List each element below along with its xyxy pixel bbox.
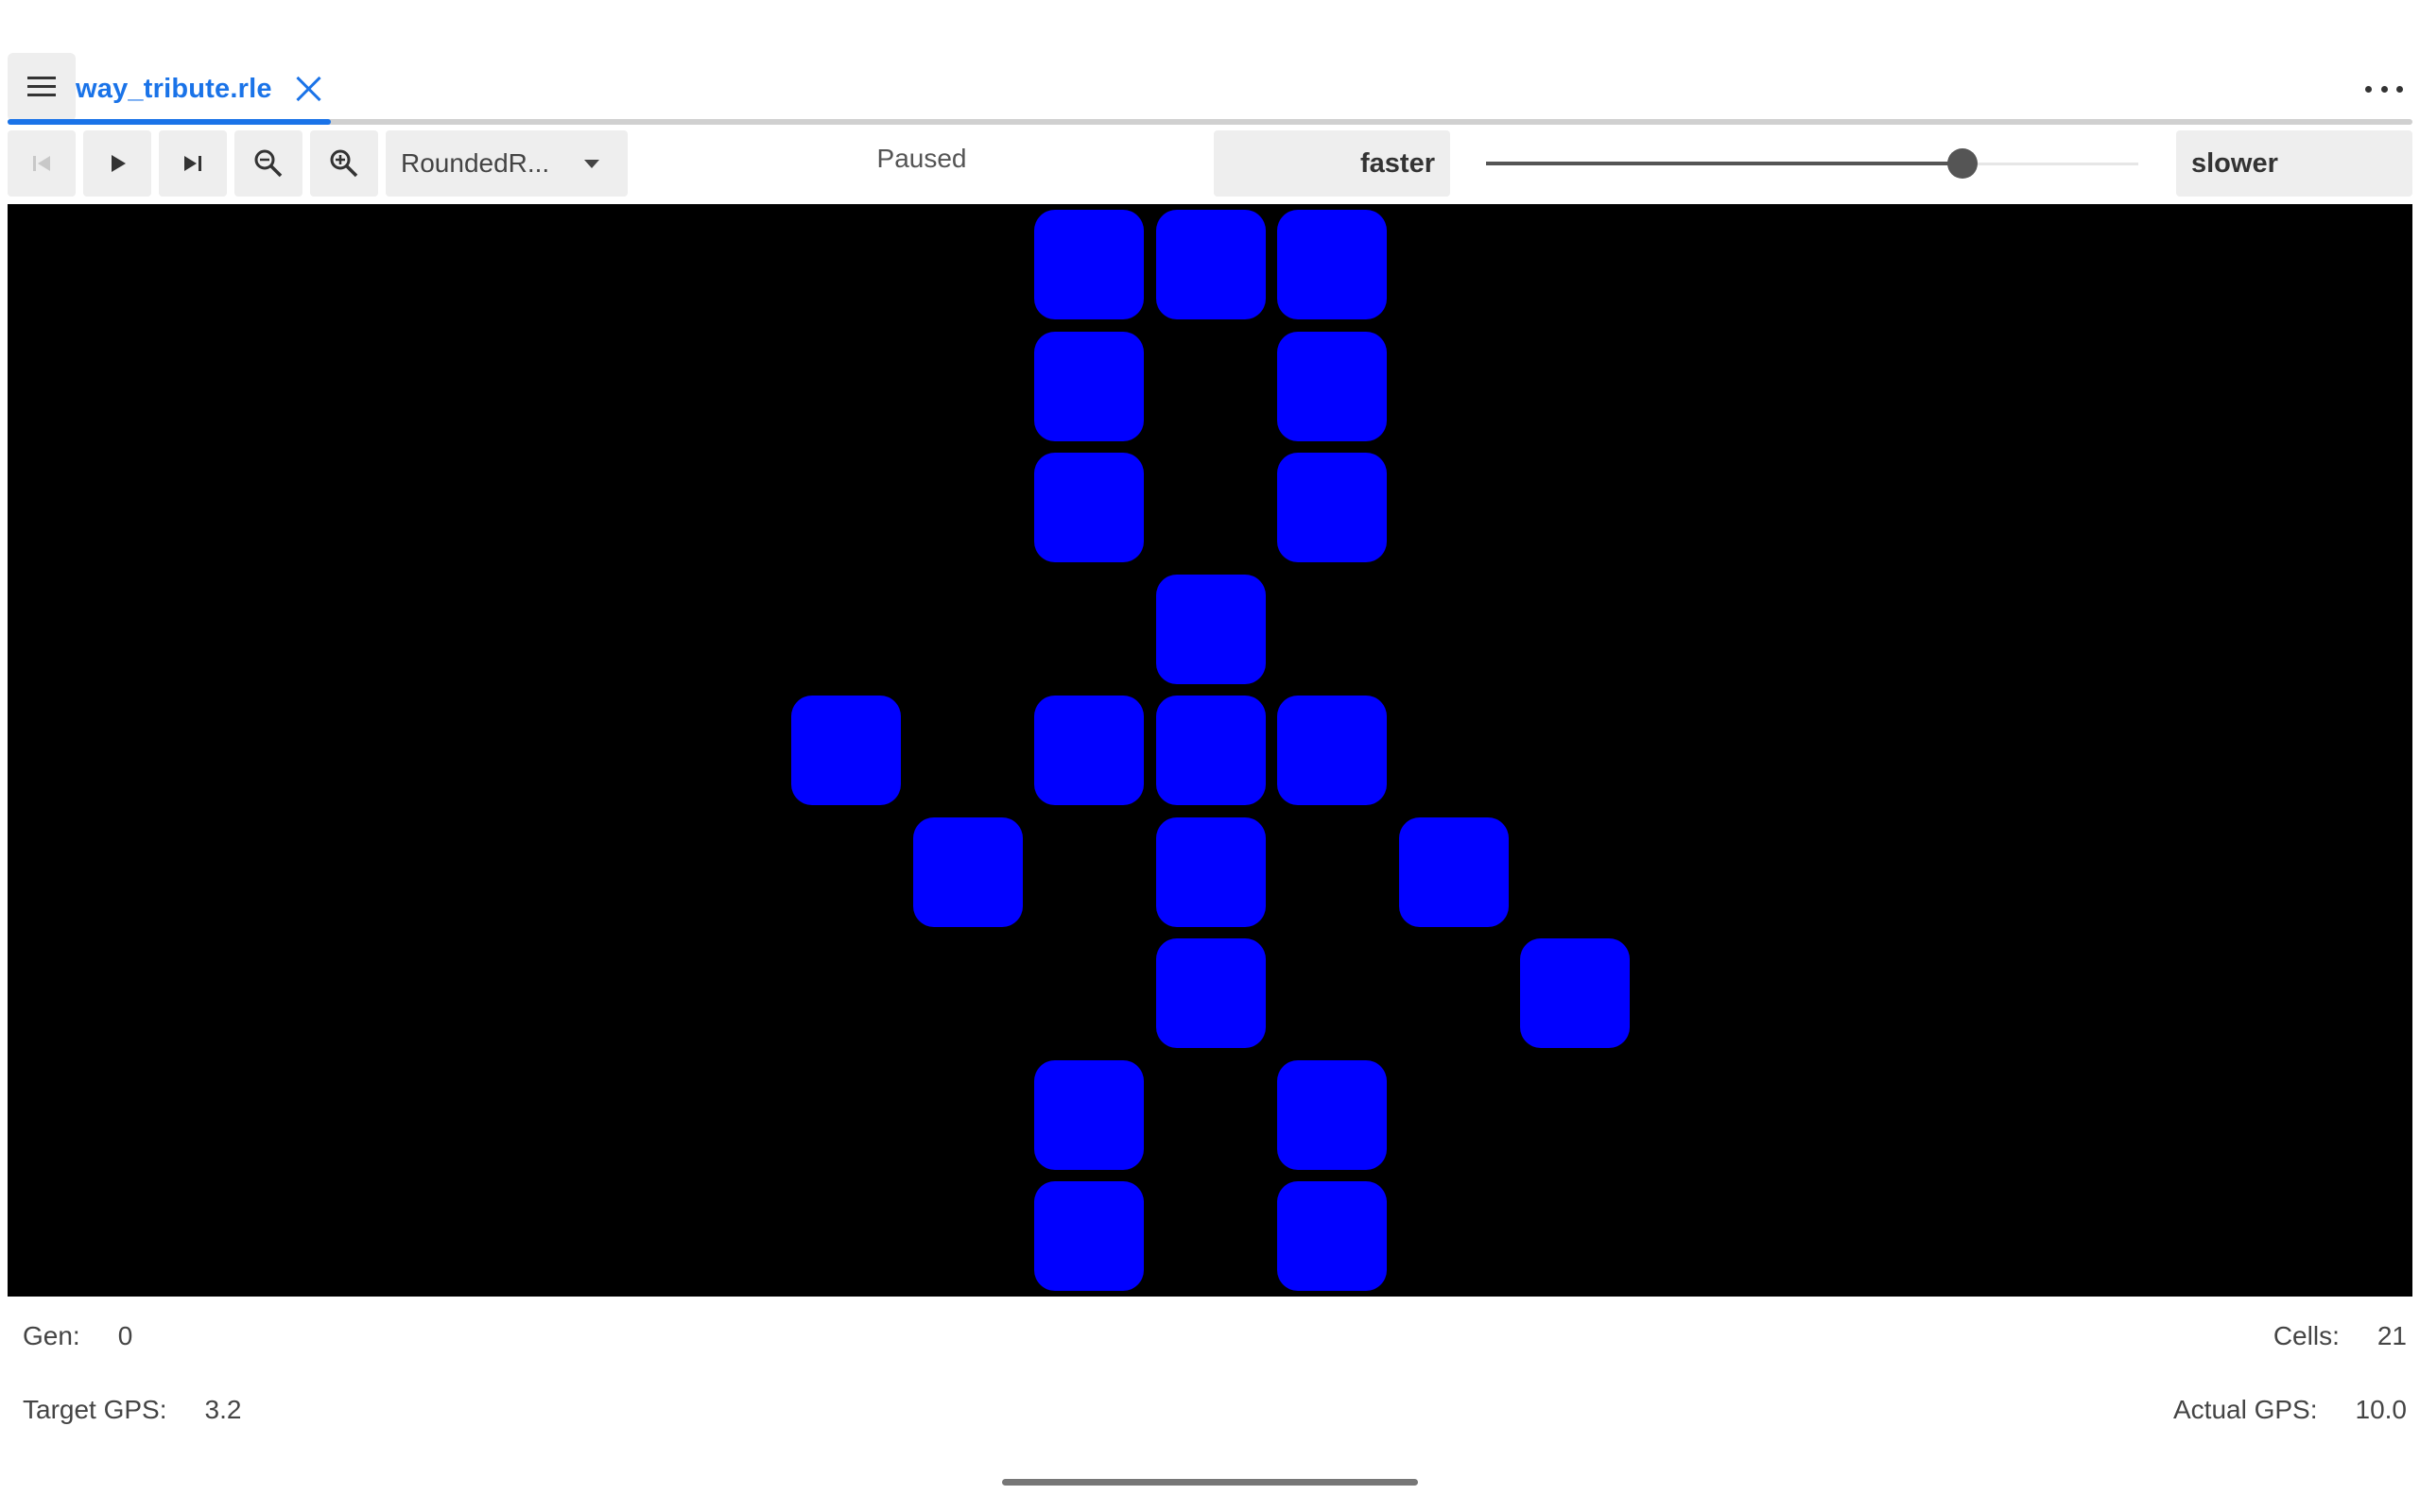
live-cell[interactable] xyxy=(1034,331,1144,441)
live-cell[interactable] xyxy=(791,696,901,805)
skip-start-icon xyxy=(33,156,50,171)
live-cell[interactable] xyxy=(1277,210,1387,319)
live-cell[interactable] xyxy=(1520,938,1630,1048)
live-cell[interactable] xyxy=(1277,453,1387,562)
live-cell[interactable] xyxy=(1155,938,1266,1048)
life-grid-canvas[interactable] xyxy=(8,204,2412,1297)
play-icon xyxy=(112,155,126,172)
gen-stat: Gen: 0 xyxy=(23,1321,132,1351)
live-cell[interactable] xyxy=(1034,1059,1144,1170)
target-gps-label: Target GPS: xyxy=(23,1395,167,1424)
live-cell[interactable] xyxy=(1155,210,1266,319)
caret-down-icon xyxy=(584,159,599,168)
active-tab-indicator xyxy=(8,119,331,125)
toolbar: RoundedR... Paused faster slower xyxy=(0,127,2420,198)
zoom-in-button[interactable] xyxy=(310,130,378,197)
menu-icon xyxy=(27,77,56,97)
live-cell[interactable] xyxy=(1398,816,1509,927)
actual-gps-stat: Actual GPS: 10.0 xyxy=(2173,1395,2407,1425)
play-button[interactable] xyxy=(83,130,151,197)
tab-track xyxy=(8,119,2412,125)
reset-button[interactable] xyxy=(8,130,76,197)
live-cell[interactable] xyxy=(1034,696,1144,805)
live-cell[interactable] xyxy=(1034,453,1144,562)
cells-label: Cells: xyxy=(2273,1321,2340,1350)
file-tab[interactable]: way_tribute.rle xyxy=(76,62,325,115)
live-cell[interactable] xyxy=(1277,1059,1387,1170)
live-cell[interactable] xyxy=(1034,1181,1144,1291)
live-cell[interactable] xyxy=(1277,331,1387,441)
actual-gps-value: 10.0 xyxy=(2355,1395,2408,1424)
live-cell[interactable] xyxy=(1034,210,1144,319)
live-cell[interactable] xyxy=(1155,816,1266,927)
renderer-select[interactable]: RoundedR... xyxy=(386,130,628,197)
zoom-out-icon xyxy=(254,149,283,178)
renderer-value: RoundedR... xyxy=(401,148,550,178)
gen-value: 0 xyxy=(117,1321,133,1350)
cells-value: 21 xyxy=(2377,1321,2407,1350)
target-gps-value: 3.2 xyxy=(204,1395,242,1424)
live-cell[interactable] xyxy=(1277,696,1387,805)
speed-slider-fill xyxy=(1486,162,1962,165)
live-cell[interactable] xyxy=(1155,574,1266,684)
live-cell[interactable] xyxy=(1155,696,1266,805)
tab-bar: way_tribute.rle xyxy=(0,0,2420,125)
zoom-in-icon xyxy=(330,149,358,178)
more-icon[interactable] xyxy=(2365,70,2403,108)
actual-gps-label: Actual GPS: xyxy=(2172,1395,2318,1424)
status-text: Paused xyxy=(876,144,967,173)
close-icon[interactable] xyxy=(293,73,325,105)
home-indicator xyxy=(1002,1479,1418,1486)
tab-title[interactable]: way_tribute.rle xyxy=(76,74,272,105)
target-gps-stat: Target GPS: 3.2 xyxy=(23,1395,241,1425)
step-button[interactable] xyxy=(159,130,227,197)
menu-button[interactable] xyxy=(8,53,76,121)
live-cell[interactable] xyxy=(912,816,1023,927)
gen-label: Gen: xyxy=(23,1321,80,1350)
cells-stat: Cells: 21 xyxy=(2273,1321,2407,1351)
faster-button[interactable]: faster xyxy=(1214,130,1450,197)
live-cell[interactable] xyxy=(1277,1181,1387,1291)
speed-slider-thumb[interactable] xyxy=(1946,148,1978,179)
slower-button[interactable]: slower xyxy=(2176,130,2412,197)
zoom-out-button[interactable] xyxy=(234,130,302,197)
step-icon xyxy=(184,156,201,171)
